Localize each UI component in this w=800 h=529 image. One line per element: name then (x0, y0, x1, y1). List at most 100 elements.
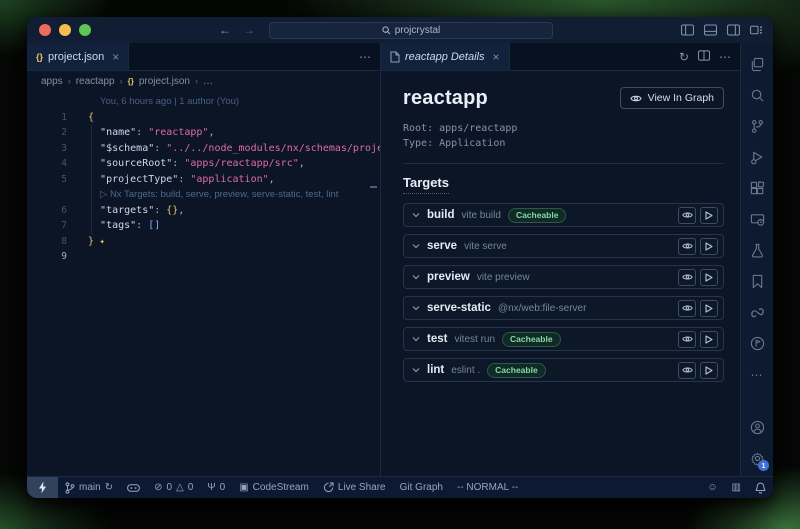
live-share-item[interactable]: Live Share (316, 477, 393, 498)
json-file-icon: {} (36, 52, 43, 62)
navigate-forward-icon[interactable]: → (243, 23, 255, 37)
notifications-bell-icon[interactable] (748, 482, 773, 494)
target-row[interactable]: lint eslint . Cacheable (403, 358, 724, 382)
file-icon (390, 51, 400, 63)
eye-icon (682, 242, 693, 250)
additional-views-icon[interactable]: ⋯ (741, 359, 773, 390)
tab-project-json[interactable]: {} project.json × (27, 43, 129, 70)
run-target-button[interactable] (700, 300, 718, 317)
search-icon[interactable] (741, 80, 773, 111)
source-control-icon[interactable] (741, 111, 773, 142)
view-target-config-button[interactable] (678, 331, 696, 348)
line-number: 5 (27, 172, 67, 188)
code-editor[interactable]: You, 6 hours ago | 1 author (You) 1 { 2 … (27, 91, 380, 476)
explorer-icon[interactable] (741, 49, 773, 80)
ports-item[interactable]: Ψ0 (200, 477, 232, 498)
breadcrumb-item-reactapp[interactable]: reactapp (76, 76, 115, 87)
project-flag-icon[interactable] (741, 328, 773, 359)
search-query-text: projcrystal (395, 25, 441, 36)
git-branch-icon (65, 482, 75, 494)
breadcrumb: apps › reactapp › {} project.json › … (27, 71, 380, 91)
chevron-right-icon: › (68, 76, 71, 86)
line-content: "targets": {}, (67, 203, 184, 219)
remote-explorer-icon[interactable] (741, 204, 773, 235)
tab-reactapp-details[interactable]: reactapp Details × (381, 43, 510, 70)
testing-beaker-icon[interactable] (741, 235, 773, 266)
breadcrumb-item-file[interactable]: project.json (139, 76, 190, 87)
line-number: 2 (27, 125, 67, 141)
git-graph-item[interactable]: Git Graph (393, 477, 450, 498)
breadcrumb-item-symbol[interactable]: … (203, 76, 213, 87)
live-share-icon (323, 482, 334, 493)
chevron-down-icon[interactable] (412, 212, 420, 218)
chevron-down-icon[interactable] (412, 274, 420, 280)
line-number (27, 187, 67, 203)
target-row[interactable]: serve vite serve (403, 234, 724, 258)
target-row[interactable]: preview vite preview (403, 265, 724, 289)
eye-icon (682, 335, 693, 343)
play-icon (705, 242, 713, 251)
target-row[interactable]: test vitest run Cacheable (403, 327, 724, 351)
extensions-icon[interactable] (741, 173, 773, 204)
divider (403, 163, 724, 164)
breadcrumb-item-apps[interactable]: apps (41, 76, 63, 87)
more-actions-icon[interactable]: ⋯ (719, 50, 731, 64)
run-target-button[interactable] (700, 331, 718, 348)
remote-indicator[interactable] (27, 477, 58, 498)
customize-layout-icon[interactable] (750, 24, 763, 36)
split-editor-icon[interactable] (698, 50, 710, 64)
toggle-secondary-sidebar-icon[interactable] (727, 24, 740, 36)
run-debug-icon[interactable] (741, 142, 773, 173)
status-bar: main ↻ ⊘0 △0 Ψ0 ▣CodeStream Live Share G… (27, 476, 773, 498)
chevron-down-icon[interactable] (412, 367, 420, 373)
chevron-down-icon[interactable] (412, 305, 420, 311)
refresh-icon[interactable]: ↻ (679, 50, 689, 64)
navigate-back-icon[interactable]: ← (219, 23, 231, 37)
chevron-down-icon[interactable] (412, 243, 420, 249)
run-target-button[interactable] (700, 269, 718, 286)
play-icon (705, 211, 713, 220)
toggle-primary-sidebar-icon[interactable] (681, 24, 694, 36)
code-line: 3 "$schema": "../../node_modules/nx/sche… (27, 141, 380, 157)
copilot-status-item[interactable] (120, 477, 147, 498)
zoom-window-button[interactable] (79, 24, 91, 36)
chevron-down-icon[interactable] (412, 336, 420, 342)
line-content: You, 6 hours ago | 1 author (You) (67, 94, 239, 110)
view-target-config-button[interactable] (678, 238, 696, 255)
run-target-button[interactable] (700, 238, 718, 255)
cacheable-badge: Cacheable (487, 363, 546, 378)
view-target-config-button[interactable] (678, 300, 696, 317)
close-tab-icon[interactable]: × (493, 50, 500, 64)
close-tab-icon[interactable]: × (112, 50, 119, 64)
close-window-button[interactable] (39, 24, 51, 36)
target-command: vite build (461, 210, 500, 221)
layout-columns-icon[interactable]: ▥ (725, 482, 748, 493)
codestream-item[interactable]: ▣CodeStream (232, 477, 316, 498)
project-root-line: Root: apps/reactapp (403, 121, 724, 136)
editor-actions-more-icon[interactable]: ⋯ (359, 50, 371, 64)
feedback-smiley-icon[interactable]: ☺ (700, 482, 724, 493)
settings-gear-icon[interactable]: 1 (741, 443, 773, 474)
run-target-button[interactable] (700, 207, 718, 224)
eye-icon (682, 273, 693, 281)
bookmarks-icon[interactable] (741, 266, 773, 297)
view-target-config-button[interactable] (678, 362, 696, 379)
run-target-button[interactable] (700, 362, 718, 379)
toggle-panel-icon[interactable] (704, 24, 717, 36)
targets-heading: Targets (403, 175, 449, 194)
target-command: eslint . (451, 365, 480, 376)
vim-mode-indicator: -- NORMAL -- (450, 477, 525, 498)
target-row[interactable]: build vite build Cacheable (403, 203, 724, 227)
minimize-window-button[interactable] (59, 24, 71, 36)
command-center-search[interactable]: projcrystal (269, 22, 553, 39)
vscode-window: ← → projcrystal {} project.json × (27, 17, 773, 498)
target-row[interactable]: serve-static @nx/web:file-server (403, 296, 724, 320)
problems-item[interactable]: ⊘0 △0 (147, 477, 200, 498)
nx-console-icon[interactable] (741, 297, 773, 328)
view-in-graph-button[interactable]: View In Graph (620, 87, 724, 109)
target-command: vite serve (464, 241, 507, 252)
view-target-config-button[interactable] (678, 207, 696, 224)
accounts-icon[interactable] (741, 412, 773, 443)
git-branch-item[interactable]: main ↻ (58, 477, 120, 498)
view-target-config-button[interactable] (678, 269, 696, 286)
